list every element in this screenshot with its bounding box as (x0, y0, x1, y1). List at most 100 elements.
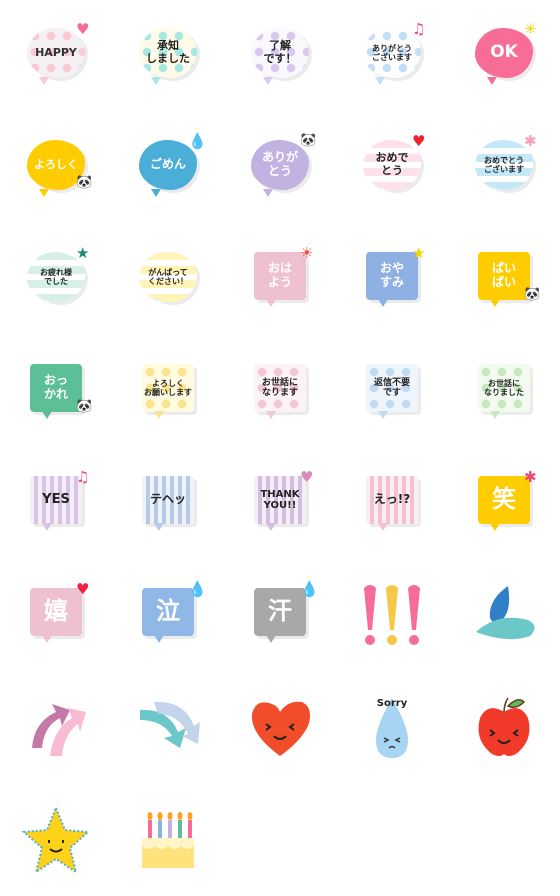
sticker-text: おめでとう (484, 155, 524, 165)
sticker[interactable] (112, 672, 224, 784)
sticker[interactable]: ばい ばい 🐼 (448, 224, 560, 336)
speech-bubble: 汗 (254, 588, 306, 643)
sticker[interactable]: 嬉 ♥ (0, 560, 112, 672)
sticker[interactable]: おは よう ☀ (224, 224, 336, 336)
sticker-text: えっ!? (373, 492, 411, 507)
sticker[interactable]: おめで とう ♥ (336, 112, 448, 224)
speech-bubble: おっ かれ (30, 364, 82, 419)
speech-bubble: おは よう (254, 252, 306, 307)
sticker[interactable]: お世話に なりました (448, 336, 560, 448)
sticker-text: YES (42, 491, 70, 507)
music-note-icon: ♫ (76, 468, 90, 486)
sticker[interactable]: お疲れ様 でした ★ (0, 224, 112, 336)
sticker[interactable]: えっ!? (336, 448, 448, 560)
sticker-text: でした (44, 277, 68, 286)
water-drops-icon (468, 580, 540, 652)
sticker[interactable] (448, 560, 560, 672)
panda-icon: 🐼 (76, 399, 93, 414)
bubble-tail (490, 299, 500, 307)
sticker[interactable]: テヘッ (112, 448, 224, 560)
speech-bubble: YES (30, 476, 82, 531)
speech-bubble: 了解 です！ (251, 28, 309, 85)
sticker[interactable] (224, 672, 336, 784)
sticker[interactable] (0, 672, 112, 784)
sticker-text: ありが (261, 150, 298, 165)
sticker[interactable]: 泣 💧 (112, 560, 224, 672)
smiling-heart-icon (244, 692, 316, 764)
sticker-text: YOU!! (263, 500, 297, 511)
sticker[interactable]: HAPPY ♥ (0, 0, 112, 112)
bubble-tail (266, 523, 276, 531)
bubble-tail (151, 189, 161, 197)
bubble-tail (154, 523, 164, 531)
sticker[interactable]: 汗 💧 (224, 560, 336, 672)
sticker[interactable]: 了解 です！ (224, 0, 336, 112)
sun-icon: ☀ (300, 244, 314, 262)
panda-icon: 🐼 (524, 287, 541, 302)
sticker[interactable]: お世話に なります (224, 336, 336, 448)
heart-icon: ♥ (76, 20, 90, 38)
sticker[interactable]: おめでとう ございます ✱ (448, 112, 560, 224)
sticker[interactable]: ありがとう ございます ♫ (336, 0, 448, 112)
bubble-tail (266, 635, 276, 643)
sticker[interactable]: 返信不要 です (336, 336, 448, 448)
bubble-tail (154, 635, 164, 643)
sparkle-icon: ✳ (524, 20, 537, 38)
sticker[interactable]: OK ✳ (448, 0, 560, 112)
sticker-text: よう (267, 275, 292, 289)
smiling-apple-icon (468, 692, 540, 764)
sticker-text: お願いします (144, 388, 192, 397)
speech-bubble: お世話に なりました (478, 364, 530, 419)
sticker-text: ございます (484, 165, 524, 174)
sticker-text: 返信不要 (373, 377, 410, 388)
sticker[interactable]: おっ かれ 🐼 (0, 336, 112, 448)
sticker-text: ください！ (148, 277, 188, 286)
sticker[interactable] (448, 672, 560, 784)
sticker-text: おや (379, 261, 404, 276)
bubble-tail (39, 189, 49, 197)
sticker[interactable] (112, 784, 224, 896)
sticker-text: がんばって (148, 267, 188, 277)
sticker[interactable]: ごめん 💧 (112, 112, 224, 224)
sticker[interactable]: YES ♫ (0, 448, 112, 560)
sticker[interactable]: がんばって ください！ (112, 224, 224, 336)
bubble-tail (266, 411, 276, 419)
sticker[interactable]: THANK YOU!! ♥ (224, 448, 336, 560)
sticker[interactable]: 承知 しました (112, 0, 224, 112)
speech-bubble: 嬉 (30, 588, 82, 643)
sticker-text: おは (267, 261, 292, 276)
bubble-tail (490, 411, 500, 419)
bubble-tail (266, 299, 276, 307)
sticker-text: お世話に (488, 378, 520, 388)
speech-bubble: 承知 しました (139, 28, 197, 85)
bubble-tail (263, 189, 273, 197)
sticker[interactable]: Sorry (336, 672, 448, 784)
bubble-tail (378, 523, 388, 531)
curved-arrow-down-icon (132, 692, 204, 764)
speech-bubble: がんばって ください！ (139, 252, 197, 309)
bubble-tail (42, 411, 52, 419)
bubble-tail (378, 299, 388, 307)
sticker[interactable]: 笑 ✱ (448, 448, 560, 560)
panda-icon: 🐼 (300, 133, 317, 148)
sticker[interactable]: よろしく 🐼 (0, 112, 112, 224)
heart-icon: ♥ (412, 132, 426, 150)
speech-bubble: よろしく お願いします (142, 364, 194, 419)
sticker-text: です (382, 388, 401, 398)
bubble-tail (154, 411, 164, 419)
sticker[interactable]: おや すみ ★ (336, 224, 448, 336)
bubble-tail (487, 189, 497, 197)
sorry-label: Sorry (376, 698, 408, 709)
sticker[interactable]: ありが とう 🐼 (224, 112, 336, 224)
sticker[interactable]: よろしく お願いします (112, 336, 224, 448)
sticker[interactable] (336, 560, 448, 672)
sticker-text: おっ (43, 373, 68, 388)
sticker-text: ばい (491, 261, 516, 276)
speech-bubble: THANK YOU!! (254, 476, 306, 531)
bubble-tail (39, 301, 49, 309)
sticker[interactable] (0, 784, 112, 896)
sticker-text: 笑 (492, 485, 516, 514)
sticker-text: お疲れ様 (40, 267, 72, 277)
sticker-text: OK (490, 42, 518, 63)
sticker-text: すみ (379, 275, 404, 289)
